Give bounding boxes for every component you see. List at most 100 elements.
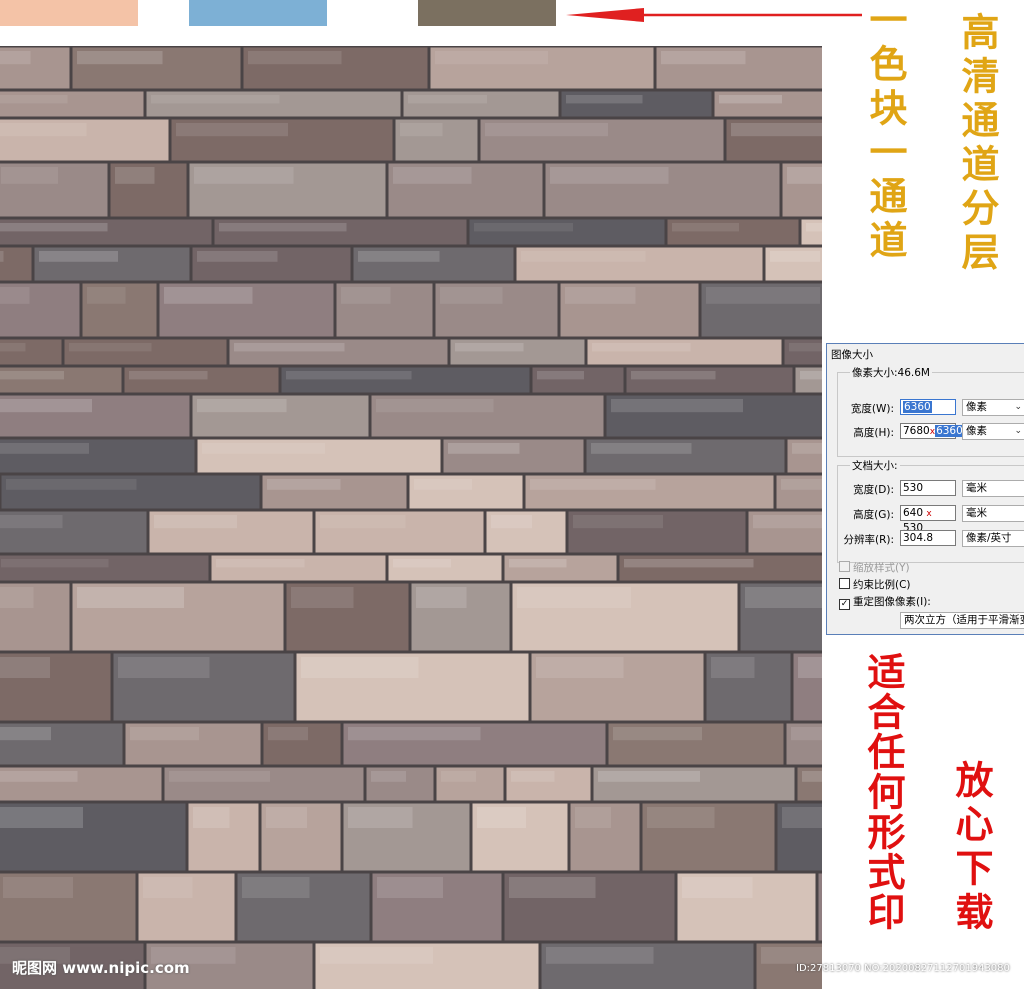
stone-highlight — [39, 251, 118, 262]
pixel-dimensions-group: 像素大小:46.6M 宽度(W): 6360 像素 ⌄ 高度(H): 7680x6… — [837, 365, 1024, 457]
stone-highlight — [267, 479, 341, 490]
doc-width-label: 宽度(D): — [853, 484, 894, 496]
height-value-selected: 6360 — [935, 425, 964, 437]
stone-highlight — [0, 123, 87, 137]
resolution-label: 分辨率(R): — [843, 534, 894, 546]
stone-highlight — [477, 807, 526, 828]
dialog-title: 图像大小 — [831, 349, 873, 361]
height-unit: 像素 — [966, 425, 987, 437]
stone-highlight — [719, 95, 782, 104]
stone-highlight — [118, 657, 210, 678]
doc-height-value: 640 — [903, 507, 924, 519]
stone-highlight — [591, 443, 692, 454]
watermark-left: 昵图网 www.nipic.com — [12, 959, 190, 977]
stone-highlight — [320, 515, 406, 529]
constrain-proportions-checkbox[interactable]: 约束比例(C) — [839, 577, 911, 592]
stone-highlight — [0, 251, 4, 262]
stone-highlight — [770, 251, 820, 262]
stone-highlight — [164, 287, 253, 304]
height-input[interactable]: 7680x6360 — [900, 423, 964, 439]
stone-highlight — [393, 167, 472, 184]
stone-highlight — [234, 343, 345, 352]
resample-label: 重定图像像素(I): — [853, 596, 931, 608]
stone-highlight — [682, 877, 753, 898]
stone-highlight — [376, 399, 494, 413]
width-label: 宽度(W): — [850, 403, 894, 415]
stone-highlight — [268, 727, 308, 741]
height-unit-select[interactable]: 像素 ⌄ — [962, 423, 1024, 440]
stone-highlight — [537, 371, 584, 380]
resolution-input[interactable]: 304.8 — [900, 530, 956, 546]
scale-styles-checkbox[interactable]: 缩放样式(Y) — [839, 560, 910, 575]
doc-width-value: 530 — [903, 482, 924, 494]
color-swatch-blue — [189, 0, 327, 26]
resample-checkbox[interactable]: ✓ 重定图像像素(I): — [839, 594, 931, 610]
strike-mark: x — [929, 427, 936, 437]
red-vertical-text-2: 放心下载 — [949, 760, 994, 936]
stone-highlight — [598, 771, 700, 782]
stone-block — [818, 873, 822, 941]
stone-highlight — [789, 343, 822, 352]
stone-highlight — [647, 807, 715, 828]
stone-highlight — [611, 399, 743, 413]
stone-highlight — [408, 95, 487, 104]
stone-highlight — [0, 771, 78, 782]
stone-highlight — [787, 167, 822, 184]
checkbox-box — [839, 561, 850, 572]
stone-highlight — [6, 479, 137, 490]
stone-highlight — [87, 287, 126, 304]
stone-highlight — [348, 727, 481, 741]
stone-highlight — [435, 51, 548, 65]
stone-highlight — [624, 559, 754, 568]
stone-highlight — [566, 95, 643, 104]
doc-width-unit-select[interactable]: 毫米 — [962, 480, 1024, 497]
scale-styles-label: 缩放样式(Y) — [853, 562, 910, 574]
stone-highlight — [286, 371, 412, 380]
doc-height-input[interactable]: 640 x 530 — [900, 505, 956, 534]
chevron-down-icon: ⌄ — [1014, 426, 1022, 436]
resample-method-value: 两次立方（适用于平滑渐变 — [904, 614, 1024, 626]
stone-highlight — [358, 251, 440, 262]
width-unit: 像素 — [966, 401, 987, 413]
stone-highlight — [731, 123, 822, 137]
stone-block — [0, 247, 32, 281]
width-unit-select[interactable]: 像素 ⌄ — [962, 399, 1024, 416]
stone-highlight — [393, 559, 451, 568]
stone-highlight — [448, 443, 520, 454]
stone-highlight — [143, 877, 193, 898]
stone-highlight — [509, 877, 596, 898]
stone-highlight — [400, 123, 443, 137]
stone-highlight — [550, 167, 669, 184]
doc-width-input[interactable]: 530 — [900, 480, 956, 496]
stone-highlight — [798, 657, 822, 678]
stone-highlight — [573, 515, 663, 529]
resample-method-select[interactable]: 两次立方（适用于平滑渐变 — [900, 612, 1024, 629]
stone-highlight — [216, 559, 305, 568]
stone-highlight — [219, 223, 347, 232]
stone-highlight — [440, 287, 503, 304]
resolution-unit: 像素/英寸 — [966, 532, 1012, 544]
stone-highlight — [613, 727, 702, 741]
resolution-unit-select[interactable]: 像素/英寸 — [962, 530, 1024, 547]
red-vertical-text-1: 适合任何形式印 — [861, 652, 906, 932]
stone-highlight — [1, 559, 109, 568]
height-label: 高度(H): — [853, 427, 894, 439]
stone-highlight — [802, 771, 822, 782]
stone-highlight — [341, 287, 391, 304]
height-value: 7680 — [903, 425, 930, 437]
width-input[interactable]: 6360 — [900, 399, 956, 415]
stone-highlight — [0, 587, 34, 608]
pixel-dimensions-label: 像素大小:46.6M — [850, 365, 932, 380]
stone-highlight — [536, 657, 624, 678]
doc-height-unit-select[interactable]: 毫米 — [962, 505, 1024, 522]
watermark-right: ID:27813070 NO:20200827112701943080 — [796, 963, 1010, 974]
stone-highlight — [565, 287, 636, 304]
stone-highlight — [485, 123, 608, 137]
stone-highlight — [455, 343, 524, 352]
stone-highlight — [745, 587, 822, 608]
stone-highlight — [193, 807, 230, 828]
stone-highlight — [441, 771, 476, 782]
checkbox-box — [839, 578, 850, 589]
stone-highlight — [0, 399, 92, 413]
stone-highlight — [517, 587, 631, 608]
